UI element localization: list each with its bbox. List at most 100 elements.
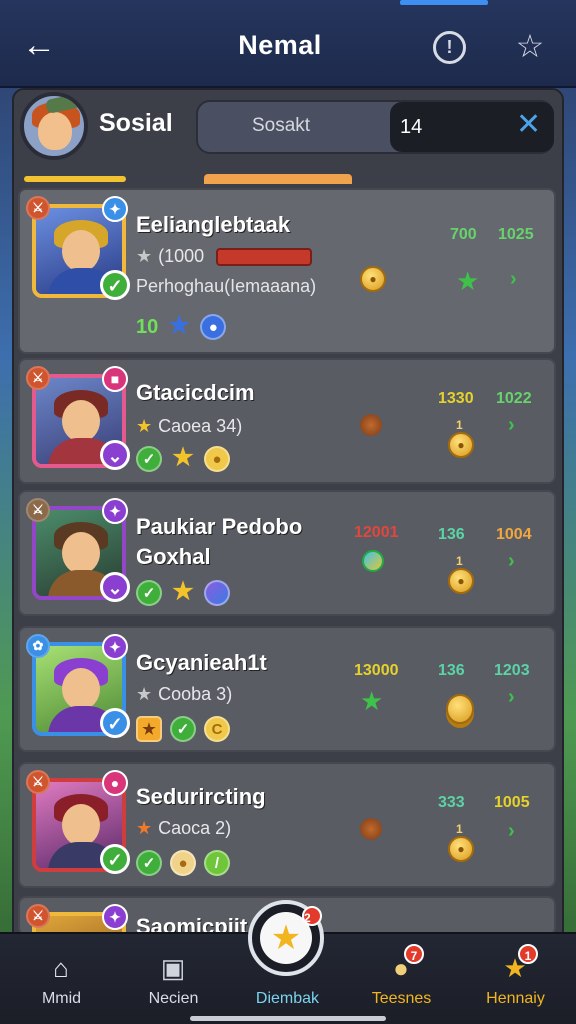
stat-value: 1022 bbox=[496, 390, 532, 407]
class-badge-icon: ✦ bbox=[102, 904, 128, 930]
hero-card[interactable]: ⚔ ■ ⌄ Gtacicdcim ★ Caoea 34) ✓ ★ ● 1330 1… bbox=[18, 358, 556, 484]
hero-rating: ★ (1000 bbox=[136, 246, 205, 266]
hero-description: Perhoghau(Iemaaana) bbox=[136, 276, 317, 296]
star-icon: ★ bbox=[136, 684, 153, 704]
stat-value: 700 bbox=[450, 226, 477, 243]
green-star-icon: ★ bbox=[360, 686, 384, 716]
nav-item-teams[interactable]: ● 7 Teesnes bbox=[344, 934, 459, 1024]
element-badge-icon: ⚔ bbox=[26, 904, 50, 928]
hero-rating: ★ Cooba 3) bbox=[136, 684, 233, 704]
coin-icon: ● bbox=[360, 266, 386, 292]
star-outline-icon[interactable]: ☆ bbox=[510, 26, 550, 66]
coin-count: 1 bbox=[456, 822, 463, 836]
page-title: Nemal bbox=[238, 30, 322, 60]
notification-badge: 7 bbox=[404, 944, 424, 964]
element-badge-icon: ⚔ bbox=[26, 498, 50, 522]
hero-name: Sedurircting bbox=[136, 784, 266, 809]
hero-card[interactable]: ⚔ ● ✓ Sedurircting ★ Caoca 2) ✓ ● / 333 1… bbox=[18, 762, 556, 888]
class-badge-icon: ✦ bbox=[102, 634, 128, 660]
star-icon: ★ bbox=[136, 246, 153, 266]
element-badge-icon: ⚔ bbox=[26, 770, 50, 794]
hero-buffs-row: ✓ ★ bbox=[136, 580, 230, 606]
coin-count: 1 bbox=[456, 554, 463, 568]
element-badge-icon: ⚔ bbox=[26, 196, 50, 220]
star-icon: ★ bbox=[136, 818, 153, 838]
coin-icon: C bbox=[204, 716, 230, 742]
green-star-icon: ★ bbox=[456, 266, 480, 296]
stat-value: 333 bbox=[438, 794, 465, 811]
hero-card[interactable]: ⚔ ✦ ✓ Eelianglebtaak ★ (1000 Perhoghau(Ie… bbox=[18, 188, 556, 354]
blue-star-icon: ★ bbox=[168, 312, 190, 339]
hero-name: Gcyanieah1t bbox=[136, 650, 267, 675]
check-icon: ✓ bbox=[136, 850, 162, 876]
class-badge-icon: ✦ bbox=[102, 498, 128, 524]
orb-icon bbox=[362, 550, 384, 572]
check-badge-icon: ⌄ bbox=[100, 572, 130, 602]
arrow-right-icon[interactable]: › bbox=[508, 686, 515, 709]
check-icon: ✓ bbox=[170, 716, 196, 742]
class-badge-icon: ■ bbox=[102, 366, 128, 392]
nav-label: Teesnes bbox=[371, 990, 432, 1007]
star-badge-icon: ★ bbox=[136, 716, 162, 742]
shard-icon bbox=[360, 414, 382, 436]
nav-label: Hennaiy bbox=[486, 990, 545, 1007]
stat-value: 1025 bbox=[498, 226, 534, 243]
coin-icon: ● bbox=[170, 850, 196, 876]
nav-item-news[interactable]: ▣ Necien bbox=[116, 934, 231, 1024]
center-action-button[interactable]: ★ 2 bbox=[248, 900, 324, 976]
orb-icon: ● bbox=[200, 314, 227, 340]
arrow-right-icon[interactable]: › bbox=[508, 550, 515, 573]
hero-rating: ★ Caoca 2) bbox=[136, 818, 232, 838]
hero-level: 10 bbox=[136, 315, 159, 338]
hero-buffs-row: ★ ✓ C bbox=[136, 716, 230, 742]
close-icon[interactable]: ✕ bbox=[516, 110, 541, 140]
hero-name-line2: Goxhal bbox=[136, 544, 211, 569]
panel-title: Sosial bbox=[99, 109, 173, 137]
hero-name: Paukiar Pedobo bbox=[136, 514, 303, 539]
arrow-right-icon[interactable]: › bbox=[508, 414, 515, 437]
home-icon: ⌂ bbox=[53, 953, 69, 983]
home-indicator[interactable] bbox=[190, 1016, 386, 1021]
hero-stats-row: 10 ★ ● bbox=[136, 312, 227, 340]
tab-indicator-primary[interactable] bbox=[24, 176, 126, 182]
player-avatar[interactable] bbox=[20, 92, 88, 160]
nav-item-home[interactable]: ⌂ Mmid bbox=[4, 934, 119, 1024]
star-icon: ★ bbox=[172, 444, 194, 471]
top-bar: ← Nemal ! ☆ bbox=[0, 0, 576, 88]
coin-stack-icon bbox=[446, 694, 474, 724]
stat-value: 136 bbox=[438, 662, 465, 679]
hero-name: Gtacicdcim bbox=[136, 380, 255, 405]
news-icon: ▣ bbox=[160, 953, 186, 983]
check-icon: ✓ bbox=[136, 580, 162, 606]
arrow-right-icon[interactable]: › bbox=[508, 820, 515, 843]
check-icon: ✓ bbox=[136, 446, 162, 472]
coin-icon: ● bbox=[204, 446, 230, 472]
hero-buffs-row: ✓ ● / bbox=[136, 850, 230, 876]
stat-value: 1330 bbox=[438, 390, 474, 407]
top-accent-line bbox=[400, 0, 488, 5]
arrow-right-icon[interactable]: › bbox=[510, 268, 517, 291]
nav-item-shop[interactable]: ★ 1 Hennaiy bbox=[458, 934, 573, 1024]
hero-card[interactable]: ✿ ✦ ✓ Gcyanieah1t ★ Cooba 3) ★ ✓ C 13000 … bbox=[18, 626, 556, 752]
star-icon: ★ bbox=[172, 578, 194, 605]
info-icon[interactable]: ! bbox=[433, 31, 466, 64]
notification-badge: 1 bbox=[518, 944, 538, 964]
hero-card[interactable]: ⚔ ✦ ⌄ Paukiar Pedobo Goxhal ✓ ★ 12001 13… bbox=[18, 490, 556, 616]
check-badge-icon: ⌄ bbox=[100, 440, 130, 470]
check-badge-icon: ✓ bbox=[100, 270, 130, 300]
coin-count: 1 bbox=[456, 418, 463, 432]
element-badge-icon: ⚔ bbox=[26, 366, 50, 390]
health-bar bbox=[216, 248, 312, 266]
class-badge-icon: ✦ bbox=[102, 196, 128, 222]
coin-icon: ● bbox=[448, 836, 474, 862]
leaf-icon: / bbox=[204, 850, 230, 876]
stat-value: 12001 bbox=[354, 524, 399, 541]
nav-label: Mmid bbox=[41, 990, 82, 1007]
star-icon: ★ bbox=[136, 416, 153, 436]
check-badge-icon: ✓ bbox=[100, 844, 130, 874]
check-badge-icon: ✓ bbox=[100, 708, 130, 738]
hero-buffs-row: ✓ ★ ● bbox=[136, 446, 230, 472]
hero-name: Eelianglebtaak bbox=[136, 212, 291, 237]
tab-indicator-secondary[interactable] bbox=[204, 174, 352, 184]
stat-value: 1004 bbox=[496, 526, 532, 543]
